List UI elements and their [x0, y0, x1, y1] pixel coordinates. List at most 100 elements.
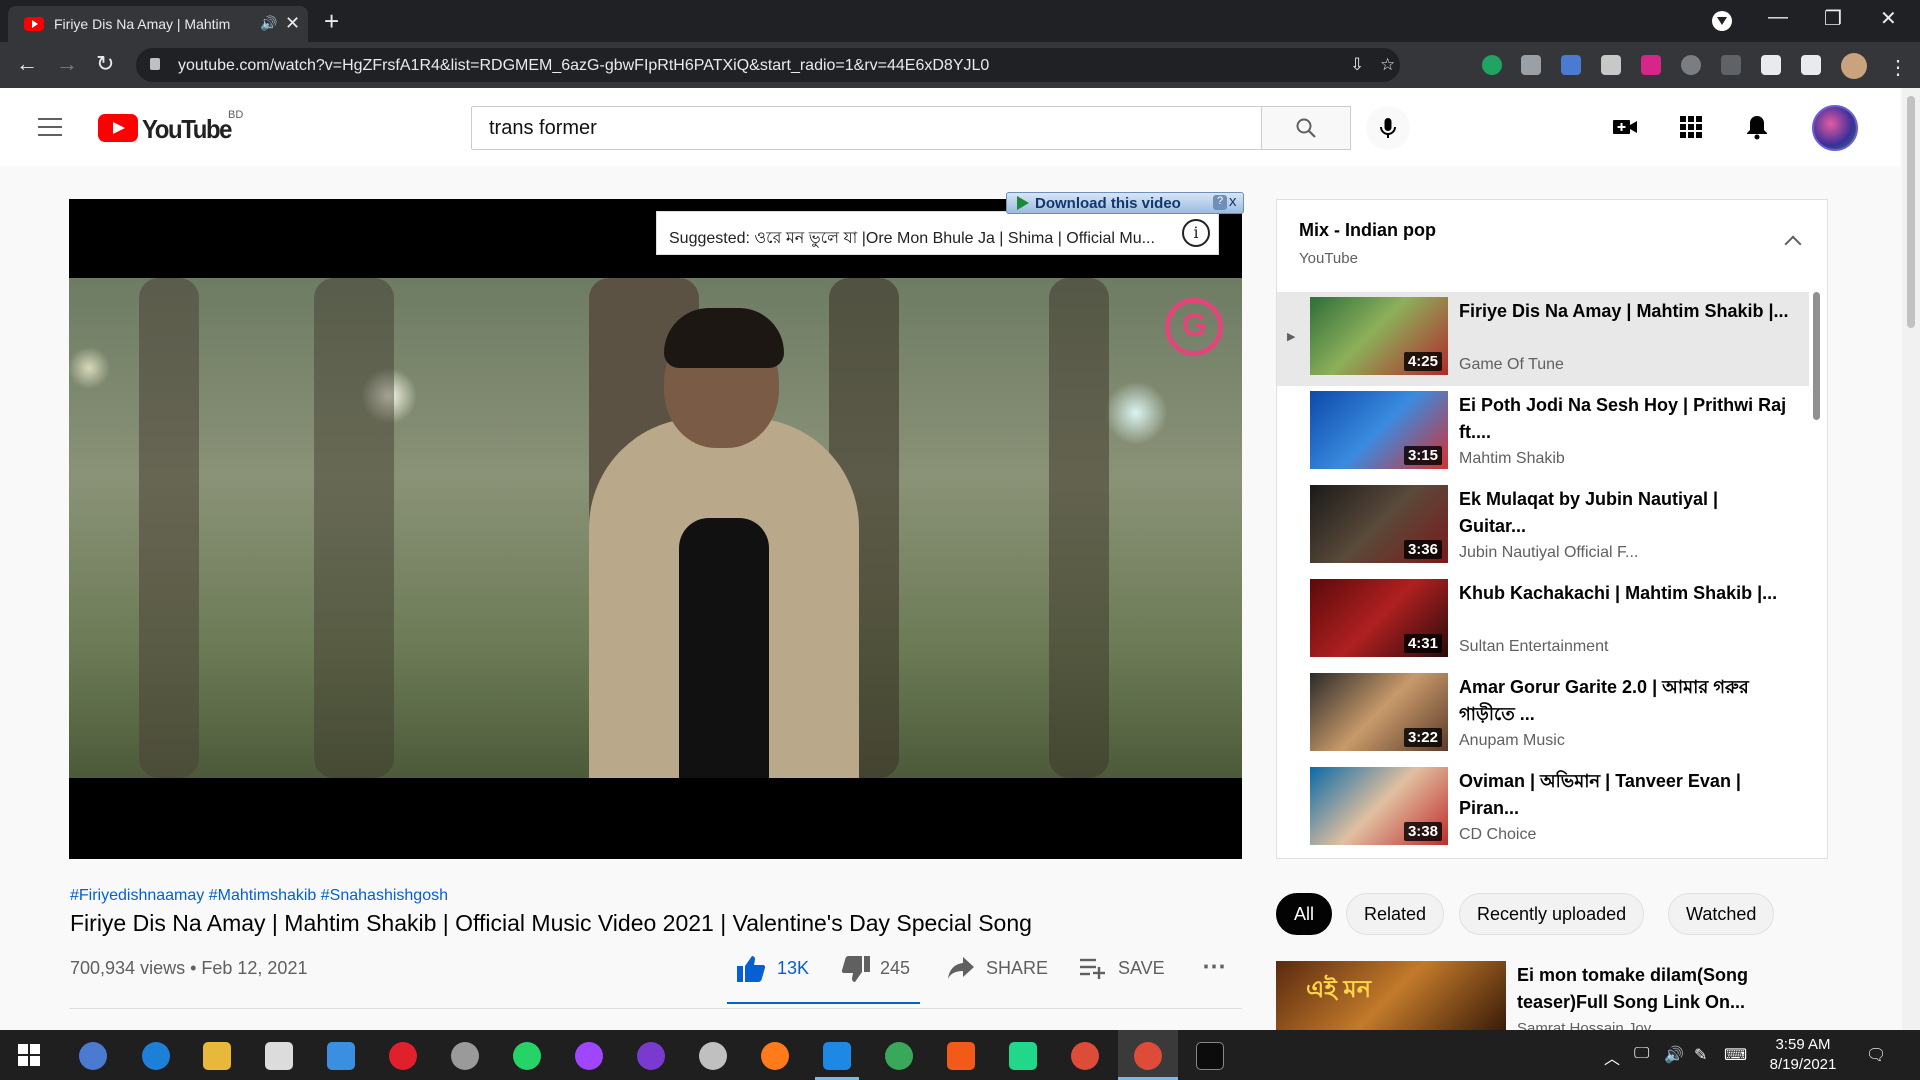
account-avatar[interactable]	[1812, 105, 1858, 151]
search-input[interactable]: trans former	[471, 106, 1262, 150]
messenger-icon[interactable]	[575, 1042, 603, 1070]
playlist-item[interactable]: 3:15 Ei Poth Jodi Na Sesh Hoy | Prithwi …	[1277, 386, 1809, 480]
notifications-icon[interactable]: 🗨	[1866, 1045, 1886, 1065]
chrome-profile-avatar[interactable]	[1841, 53, 1867, 79]
more-actions-icon[interactable]: ⋯	[1202, 952, 1226, 981]
video-thumbnail[interactable]: 3:38	[1310, 767, 1448, 845]
mail-icon[interactable]	[327, 1042, 355, 1070]
download-help-icon[interactable]: ?	[1213, 195, 1227, 210]
playlist-item[interactable]: 3:38 Oviman | অভিমান | Tanveer Evan | Pi…	[1277, 762, 1809, 856]
playlist-item-channel[interactable]: Mahtim Shakib	[1459, 450, 1669, 468]
playlist-item-title[interactable]: Amar Gorur Garite 2.0 | আমার গরুর গাড়ীত…	[1459, 674, 1789, 728]
terminal-icon[interactable]	[1196, 1042, 1224, 1070]
playlist-item[interactable]: ▶ 4:25 Firiye Dis Na Amay | Mahtim Shaki…	[1277, 292, 1809, 386]
video-frame[interactable]	[69, 278, 1242, 778]
video-hashtags[interactable]: #Firiyedishnaamay #Mahtimshakib #Snahash…	[70, 887, 448, 905]
satellite-app-icon[interactable]	[451, 1042, 479, 1070]
extension-icon[interactable]	[1601, 55, 1621, 75]
related-video-thumbnail[interactable]: এই মন	[1276, 961, 1506, 1031]
star-bookmark-icon[interactable]: ☆	[1380, 55, 1395, 75]
download-extension-icon[interactable]	[1681, 55, 1701, 75]
edge-icon[interactable]	[142, 1042, 170, 1070]
playlist-title[interactable]: Mix - Indian pop	[1299, 220, 1436, 241]
extension-icon[interactable]	[1721, 55, 1741, 75]
playlist-item[interactable]: 3:22 Amar Gorur Garite 2.0 | আমার গরুর গ…	[1277, 668, 1809, 762]
video-thumbnail[interactable]: 3:36	[1310, 485, 1448, 563]
tray-overflow-icon[interactable]: ︿	[1604, 1045, 1620, 1069]
playlist-item-title[interactable]: Firiye Dis Na Amay | Mahtim Shakib |...	[1459, 298, 1789, 352]
extension-icon[interactable]	[1561, 55, 1581, 75]
playlist-scrollbar[interactable]	[1813, 292, 1820, 420]
search-query[interactable]: trans former	[489, 117, 597, 140]
chrome-icon[interactable]	[1071, 1042, 1099, 1070]
github-desktop-icon[interactable]	[637, 1042, 665, 1070]
notifications-bell-icon[interactable]	[1743, 113, 1771, 141]
app-icon[interactable]	[885, 1042, 913, 1070]
qbittorrent-icon[interactable]	[79, 1042, 107, 1070]
app-icon[interactable]	[947, 1042, 975, 1070]
download-close-icon[interactable]: x	[1229, 193, 1237, 210]
playlist-item-channel[interactable]: Jubin Nautiyal Official F...	[1459, 544, 1669, 562]
forward-arrow-icon[interactable]: →	[56, 51, 78, 77]
whatsapp-icon[interactable]	[513, 1042, 541, 1070]
playlist-channel[interactable]: YouTube	[1299, 250, 1358, 267]
suggested-video-text[interactable]: Suggested: ওরে মন ভুলে যা |Ore Mon Bhule…	[669, 225, 1169, 252]
tab-audio-icon[interactable]: 🔊	[260, 15, 277, 32]
chip-recently-uploaded[interactable]: Recently uploaded	[1459, 893, 1645, 935]
close-window-button[interactable]: ✕	[1880, 6, 1897, 31]
pycharm-icon[interactable]	[1009, 1042, 1037, 1070]
new-tab-button[interactable]: +	[324, 6, 339, 37]
browser-tab-active[interactable]: Firiye Dis Na Amay | Mahtim 🔊 ✕	[8, 6, 308, 42]
playlist-item[interactable]: 3:36 Ek Mulaqat by Jubin Nautiyal | Guit…	[1277, 480, 1809, 574]
opera-icon[interactable]	[389, 1042, 417, 1070]
maximize-button[interactable]: ❐	[1824, 6, 1842, 31]
keyboard-icon[interactable]: ⌨	[1724, 1045, 1747, 1065]
collapse-chevron-icon[interactable]	[1784, 235, 1802, 253]
paint-icon[interactable]	[699, 1042, 727, 1070]
tab-search-icon[interactable]	[1712, 11, 1732, 31]
firefox-icon[interactable]	[761, 1042, 789, 1070]
playlist-item[interactable]: 4:31 Khub Kachakachi | Mahtim Shakib |..…	[1277, 574, 1809, 668]
vscode-icon[interactable]	[823, 1042, 851, 1070]
playlist-item-channel[interactable]: CD Choice	[1459, 826, 1669, 844]
voice-search-button[interactable]	[1366, 106, 1410, 150]
search-button[interactable]	[1261, 106, 1351, 150]
windows-start-icon[interactable]	[18, 1044, 40, 1066]
playlist-item-title[interactable]: Oviman | অভিমান | Tanveer Evan | Piran..…	[1459, 768, 1789, 822]
hamburger-menu-icon[interactable]	[38, 118, 62, 136]
video-player[interactable]: Suggested: ওরে মন ভুলে যা |Ore Mon Bhule…	[69, 199, 1242, 859]
chrome-menu-icon[interactable]: ⋮	[1888, 55, 1908, 79]
suggested-video-card[interactable]: Suggested: ওরে মন ভুলে যা |Ore Mon Bhule…	[656, 211, 1219, 255]
related-video-title[interactable]: Ei mon tomake dilam(Song teaser)Full Son…	[1517, 962, 1817, 1016]
playlist-item-channel[interactable]: Sultan Entertainment	[1459, 638, 1669, 656]
info-icon[interactable]: i	[1182, 219, 1210, 247]
video-thumbnail[interactable]: 3:15	[1310, 391, 1448, 469]
page-scrollbar[interactable]	[1902, 88, 1920, 1030]
video-thumbnail[interactable]: 4:25	[1310, 297, 1448, 375]
reload-icon[interactable]: ↻	[96, 51, 114, 77]
download-video-label[interactable]: Download this video	[1035, 195, 1181, 212]
media-control-icon[interactable]	[1801, 55, 1821, 75]
chip-related[interactable]: Related	[1346, 893, 1445, 935]
back-arrow-icon[interactable]: ←	[16, 51, 38, 77]
related-video-channel[interactable]: Samrat Hossain Joy	[1517, 1020, 1651, 1030]
apps-grid-icon[interactable]	[1677, 113, 1705, 141]
play-extension-icon[interactable]	[1641, 55, 1661, 75]
file-explorer-icon[interactable]	[203, 1042, 231, 1070]
grammarly-extension-icon[interactable]	[1482, 55, 1502, 75]
install-app-icon[interactable]: ⇩	[1350, 55, 1364, 75]
playlist-item-title[interactable]: Ek Mulaqat by Jubin Nautiyal | Guitar...	[1459, 486, 1789, 540]
chip-all[interactable]: All	[1276, 893, 1333, 935]
create-video-icon[interactable]	[1611, 113, 1639, 141]
playlist-item-channel[interactable]: Game Of Tune	[1459, 356, 1669, 374]
url-text[interactable]: youtube.com/watch?v=HgZFrsfA1R4&list=RDG…	[178, 57, 989, 75]
playlist-item-title[interactable]: Khub Kachakachi | Mahtim Shakib |...	[1459, 580, 1789, 634]
network-icon[interactable]: 🖵	[1634, 1045, 1649, 1063]
puzzle-extensions-icon[interactable]	[1761, 55, 1781, 75]
video-thumbnail[interactable]: 3:22	[1310, 673, 1448, 751]
minimize-button[interactable]: —	[1768, 6, 1788, 29]
camera-extension-icon[interactable]	[1521, 55, 1541, 75]
lock-icon[interactable]	[150, 58, 160, 70]
video-thumbnail[interactable]: 4:31	[1310, 579, 1448, 657]
channel-watermark-icon[interactable]	[1165, 298, 1223, 356]
